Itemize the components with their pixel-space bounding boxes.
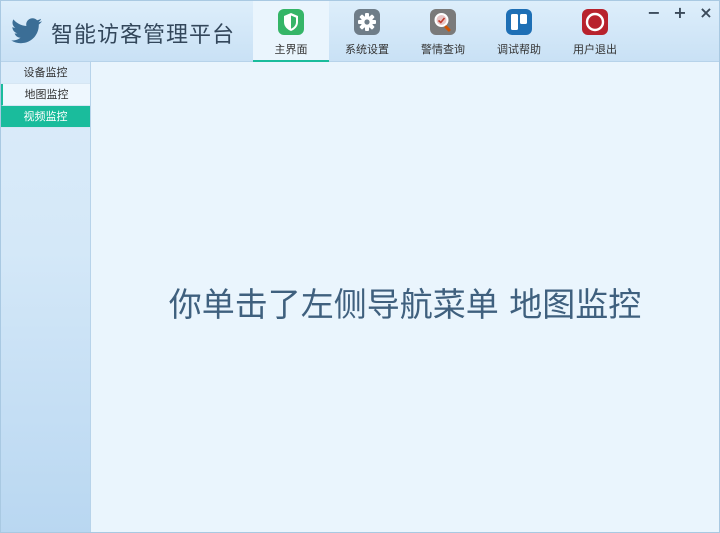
magnifier-icon	[430, 9, 456, 35]
tab-system-settings[interactable]: 系统设置	[329, 1, 405, 62]
tab-alert-query-label: 警情查询	[421, 43, 465, 56]
main-nav: 主界面 系统设置 警情查询 调试帮助 用户退出	[253, 1, 633, 62]
sidebar-item-map-monitor[interactable]: 地图监控	[1, 84, 90, 106]
tab-alert-query[interactable]: 警情查询	[405, 1, 481, 62]
gear-icon	[354, 9, 380, 35]
sidebar-item-device-monitor[interactable]: 设备监控	[1, 62, 90, 84]
power-icon	[582, 9, 608, 35]
close-button[interactable]: ×	[693, 3, 719, 23]
bird-icon	[11, 18, 42, 44]
tab-home-label: 主界面	[274, 43, 308, 56]
minimize-button[interactable]: −	[641, 3, 667, 23]
tab-debug-help-label: 调试帮助	[497, 43, 541, 56]
tab-debug-help[interactable]: 调试帮助	[481, 1, 557, 62]
tab-user-logout[interactable]: 用户退出	[557, 1, 633, 62]
sidebar: 设备监控 地图监控 视频监控	[1, 62, 91, 532]
window-controls: − + ×	[641, 3, 719, 23]
shield-icon	[278, 9, 304, 35]
sidebar-item-video-monitor[interactable]: 视频监控	[1, 106, 90, 128]
tab-user-logout-label: 用户退出	[573, 43, 617, 56]
maximize-button[interactable]: +	[667, 3, 693, 23]
app-window: 智能访客管理平台 主界面 系统设置 警情查询 调试帮助 用户退出 − + × 设…	[0, 0, 720, 533]
tab-system-settings-label: 系统设置	[345, 43, 389, 56]
title-bar: 智能访客管理平台 主界面 系统设置 警情查询 调试帮助 用户退出 − + ×	[1, 1, 719, 62]
tab-home[interactable]: 主界面	[253, 1, 329, 62]
board-icon	[506, 9, 532, 35]
nav-click-message: 你单击了左侧导航菜单 地图监控	[168, 285, 642, 324]
main-content: 你单击了左侧导航菜单 地图监控	[91, 62, 719, 532]
app-title: 智能访客管理平台	[51, 23, 236, 48]
